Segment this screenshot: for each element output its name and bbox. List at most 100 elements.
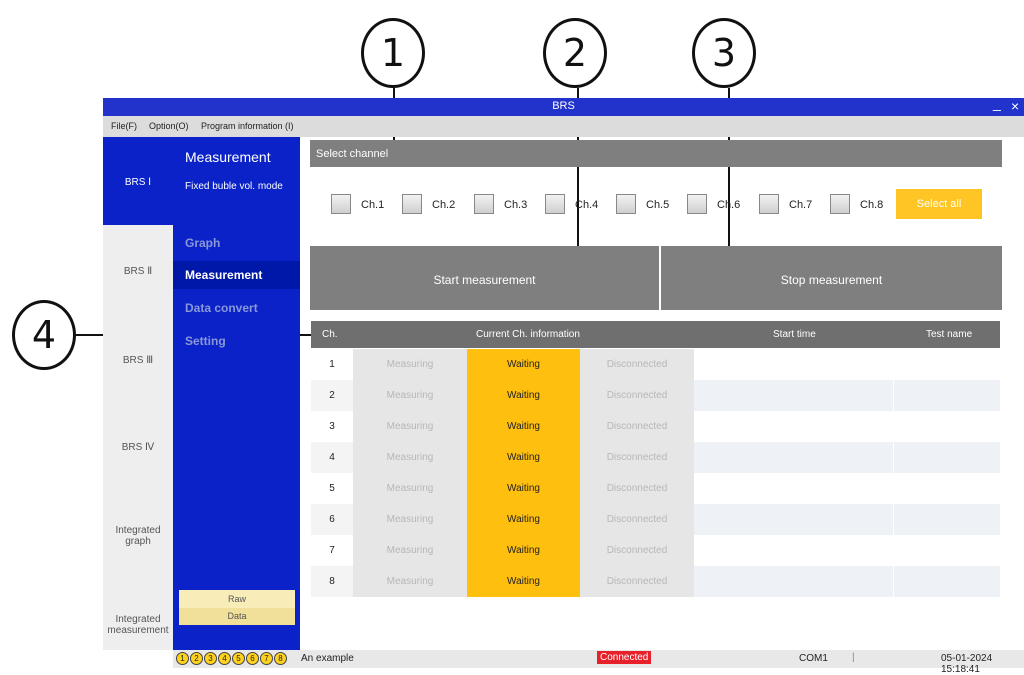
sidebar-item-integrated-measurement[interactable]: Integrated measurement bbox=[103, 614, 173, 636]
row-channel-number: 2 bbox=[311, 380, 353, 411]
menu-file[interactable]: File(F) bbox=[111, 121, 137, 131]
channel-indicator-5: 5 bbox=[232, 652, 245, 665]
sidebar-item-brs-1[interactable]: BRS Ⅰ bbox=[103, 177, 173, 188]
raw-button[interactable]: Raw bbox=[179, 590, 295, 608]
com-port: COM1 bbox=[799, 653, 828, 664]
checkbox-ch7[interactable] bbox=[759, 194, 779, 214]
menu-program-information[interactable]: Program information (I) bbox=[201, 121, 294, 131]
row-test-name bbox=[894, 504, 1000, 535]
panel-title: Measurement bbox=[185, 149, 271, 165]
label-ch3: Ch.3 bbox=[504, 199, 528, 211]
checkbox-ch8[interactable] bbox=[830, 194, 850, 214]
status-separator: | bbox=[852, 652, 855, 663]
checkbox-ch4[interactable] bbox=[545, 194, 565, 214]
row-channel-number: 8 bbox=[311, 566, 353, 597]
row-waiting-status: Waiting bbox=[467, 566, 580, 597]
callout-1: 1 bbox=[361, 18, 425, 88]
status-datetime: 05-01-2024 15:18:41 bbox=[941, 653, 993, 675]
navigation-panel: Measurement Fixed buble vol. mode Graph … bbox=[173, 137, 300, 650]
row-channel-number: 1 bbox=[311, 349, 353, 380]
row-start-time bbox=[694, 442, 893, 473]
row-measuring-status: Measuring bbox=[353, 473, 467, 504]
row-channel-number: 3 bbox=[311, 411, 353, 442]
row-waiting-status: Waiting bbox=[467, 442, 580, 473]
channel-table-header: Ch. Current Ch. information Start time T… bbox=[311, 321, 1000, 348]
sidebar-item-brs-4[interactable]: BRS Ⅳ bbox=[103, 442, 173, 453]
checkbox-ch5[interactable] bbox=[616, 194, 636, 214]
table-row[interactable]: 7 Measuring Waiting Disconnected bbox=[311, 535, 1000, 566]
row-waiting-status: Waiting bbox=[467, 380, 580, 411]
row-disconnected-status: Disconnected bbox=[580, 535, 694, 566]
row-disconnected-status: Disconnected bbox=[580, 442, 694, 473]
table-row[interactable]: 6 Measuring Waiting Disconnected bbox=[311, 504, 1000, 535]
row-test-name bbox=[894, 442, 1000, 473]
row-start-time bbox=[694, 380, 893, 411]
row-disconnected-status: Disconnected bbox=[580, 473, 694, 504]
label-ch4: Ch.4 bbox=[575, 199, 599, 211]
channel-indicator-7: 7 bbox=[260, 652, 273, 665]
row-measuring-status: Measuring bbox=[353, 566, 467, 597]
row-test-name bbox=[894, 535, 1000, 566]
header-test-name: Test name bbox=[926, 329, 973, 340]
row-measuring-status: Measuring bbox=[353, 504, 467, 535]
row-test-name bbox=[894, 380, 1000, 411]
row-channel-number: 6 bbox=[311, 504, 353, 535]
row-waiting-status: Waiting bbox=[467, 349, 580, 380]
connection-badge: Connected bbox=[597, 651, 652, 664]
row-channel-number: 4 bbox=[311, 442, 353, 473]
table-row[interactable]: 4 Measuring Waiting Disconnected bbox=[311, 442, 1000, 473]
label-ch8: Ch.8 bbox=[860, 199, 884, 211]
row-disconnected-status: Disconnected bbox=[580, 380, 694, 411]
checkbox-ch3[interactable] bbox=[474, 194, 494, 214]
select-all-button[interactable]: Select all bbox=[896, 189, 982, 219]
data-button[interactable]: Data bbox=[179, 608, 295, 625]
row-measuring-status: Measuring bbox=[353, 380, 467, 411]
channel-indicator-2: 2 bbox=[190, 652, 203, 665]
row-measuring-status: Measuring bbox=[353, 349, 467, 380]
menu-option[interactable]: Option(O) bbox=[149, 121, 189, 131]
sidebar-item-integrated-graph[interactable]: Integrated graph bbox=[110, 525, 166, 547]
channel-indicator-4: 4 bbox=[218, 652, 231, 665]
nav-graph[interactable]: Graph bbox=[173, 229, 300, 257]
select-channel-label: Select channel bbox=[316, 148, 389, 160]
table-row[interactable]: 2 Measuring Waiting Disconnected bbox=[311, 380, 1000, 411]
table-row[interactable]: 5 Measuring Waiting Disconnected bbox=[311, 473, 1000, 504]
checkbox-ch2[interactable] bbox=[402, 194, 422, 214]
row-test-name bbox=[894, 473, 1000, 504]
label-ch1: Ch.1 bbox=[361, 199, 385, 211]
row-start-time bbox=[694, 535, 893, 566]
label-ch5: Ch.5 bbox=[646, 199, 670, 211]
sidebar-item-brs-3[interactable]: BRS Ⅲ bbox=[103, 355, 173, 366]
sidebar-item-brs-2[interactable]: BRS Ⅱ bbox=[103, 266, 173, 277]
start-measurement-button[interactable]: Start measurement bbox=[310, 246, 659, 310]
nav-measurement[interactable]: Measurement bbox=[173, 261, 300, 289]
row-test-name bbox=[894, 411, 1000, 442]
nav-setting[interactable]: Setting bbox=[173, 327, 300, 355]
row-start-time bbox=[694, 504, 893, 535]
table-row[interactable]: 1 Measuring Waiting Disconnected bbox=[311, 349, 1000, 380]
panel-subtitle: Fixed buble vol. mode bbox=[185, 181, 283, 192]
channel-indicator-3: 3 bbox=[204, 652, 217, 665]
label-ch7: Ch.7 bbox=[789, 199, 813, 211]
table-row[interactable]: 8 Measuring Waiting Disconnected bbox=[311, 566, 1000, 597]
row-test-name bbox=[894, 566, 1000, 597]
window-title: BRS bbox=[552, 100, 575, 112]
menu-bar: File(F) Option(O) Program information (I… bbox=[103, 116, 1024, 137]
nav-data-convert[interactable]: Data convert bbox=[173, 294, 300, 322]
window-titlebar: BRS _ × bbox=[103, 95, 1024, 116]
table-row[interactable]: 3 Measuring Waiting Disconnected bbox=[311, 411, 1000, 442]
callout-4: 4 bbox=[12, 300, 76, 370]
select-channel-bar: Select channel bbox=[310, 140, 1002, 167]
header-ch: Ch. bbox=[322, 329, 338, 340]
checkbox-ch1[interactable] bbox=[331, 194, 351, 214]
close-button[interactable]: × bbox=[1011, 98, 1019, 114]
row-channel-number: 7 bbox=[311, 535, 353, 566]
callout-2: 2 bbox=[543, 18, 607, 88]
channel-indicator-1: 1 bbox=[176, 652, 189, 665]
checkbox-ch6[interactable] bbox=[687, 194, 707, 214]
stop-measurement-button[interactable]: Stop measurement bbox=[661, 246, 1002, 310]
minimize-button[interactable]: _ bbox=[993, 95, 1001, 111]
callout-3: 3 bbox=[692, 18, 756, 88]
row-measuring-status: Measuring bbox=[353, 535, 467, 566]
status-text: An example bbox=[301, 653, 354, 664]
